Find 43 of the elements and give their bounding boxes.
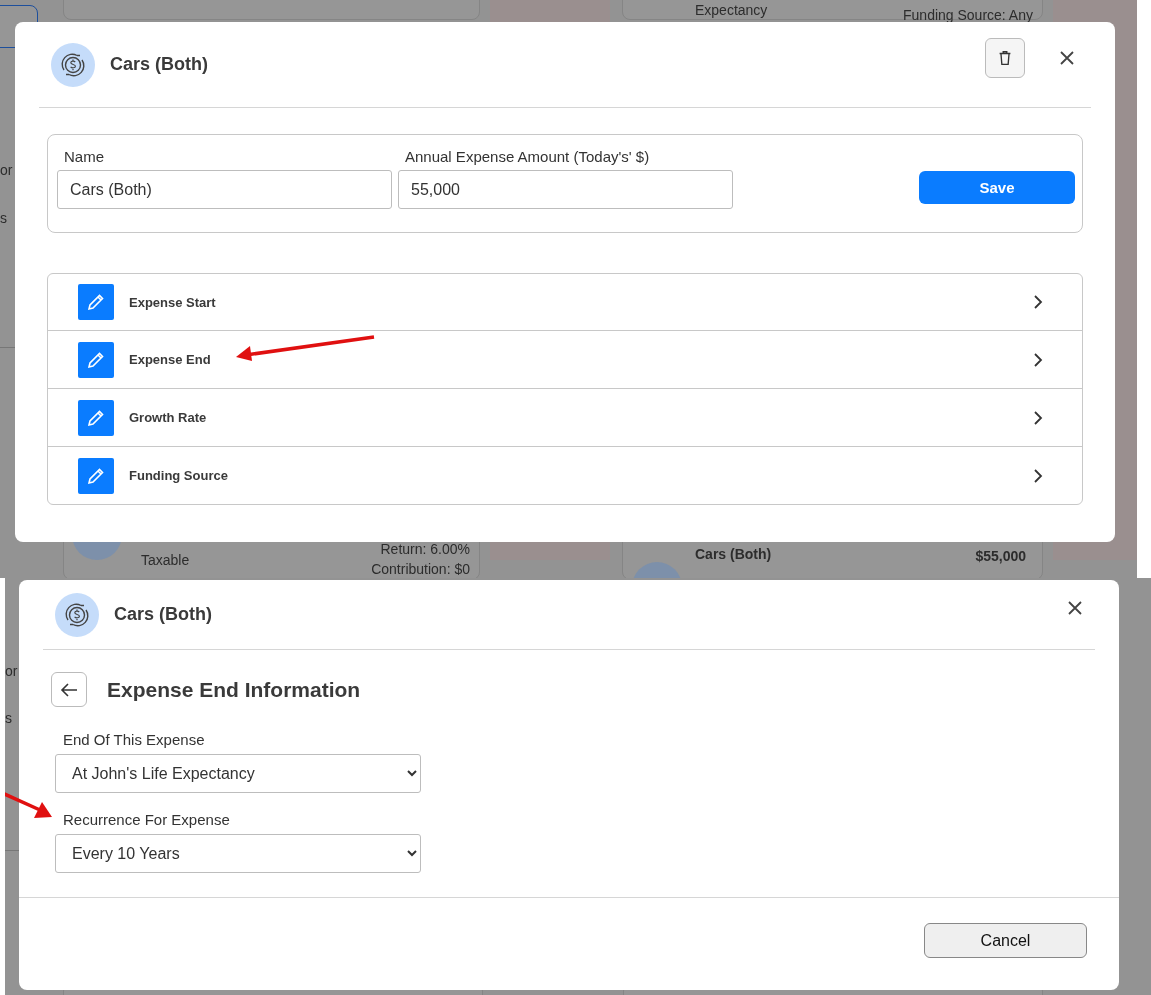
chevron-right-icon <box>1032 351 1044 368</box>
dialog-title: Cars (Both) <box>110 54 208 75</box>
dropdown-field[interactable]: At John's Life Expectancy <box>55 754 421 793</box>
background-text: Funding Source: Any <box>903 7 1033 23</box>
close-icon <box>1067 599 1083 616</box>
background-text: Return: 6.00% <box>380 541 470 557</box>
input-field[interactable]: 55,000 <box>398 170 733 209</box>
pencil-icon <box>78 341 114 378</box>
cancel-button[interactable]: Cancel <box>924 923 1087 958</box>
section-heading: Expense End Information <box>107 677 361 702</box>
background-text: s <box>0 210 7 226</box>
field-label: Annual Expense Amount (Today's' $) <box>405 148 651 165</box>
chevron-right-icon <box>1032 409 1044 426</box>
background-text: s <box>5 710 12 726</box>
field-label: Recurrence For Expense <box>63 811 230 828</box>
close-icon <box>1059 49 1075 66</box>
background-text: $55,000 <box>975 548 1026 564</box>
money-cycle-icon <box>51 42 95 87</box>
chevron-right-icon <box>1032 294 1044 310</box>
dropdown-field[interactable]: Every 10 Years <box>55 834 421 873</box>
dialog-title: Cars (Both) <box>114 604 212 625</box>
background-text: Taxable <box>141 552 190 568</box>
back-button[interactable] <box>51 672 87 707</box>
delete-button[interactable] <box>985 37 1025 78</box>
background-text: or <box>5 663 18 679</box>
background-text: or <box>0 162 13 178</box>
background-text: Contribution: $0 <box>371 561 470 577</box>
pencil-icon <box>78 457 114 494</box>
pencil-icon <box>78 399 114 436</box>
section-item[interactable]: Funding Source <box>48 446 1082 504</box>
save-button[interactable]: Save <box>919 171 1075 204</box>
field-label: End Of This Expense <box>63 731 205 748</box>
back-arrow-icon <box>60 682 78 697</box>
chevron-right-icon <box>1032 467 1044 484</box>
pencil-icon <box>78 284 114 320</box>
section-item[interactable]: Growth Rate <box>48 388 1082 446</box>
field-label: Name <box>64 148 105 165</box>
section-item[interactable]: Expense Start <box>48 274 1082 330</box>
background-text: Expectancy <box>695 2 768 18</box>
background-text: Cars (Both) <box>695 546 772 562</box>
section-item[interactable]: Expense End <box>48 330 1082 388</box>
input-field[interactable]: Cars (Both) <box>57 170 392 209</box>
money-cycle-icon <box>55 592 99 637</box>
